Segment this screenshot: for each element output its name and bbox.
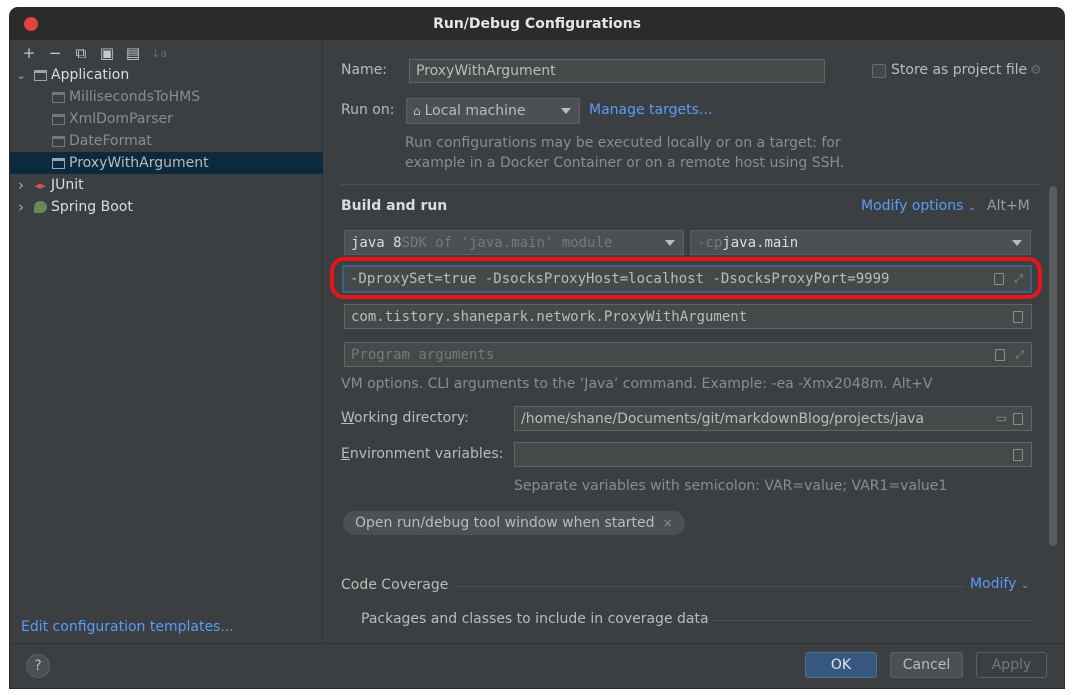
store-as-project-file-checkbox[interactable] [872,64,886,82]
application-icon [32,68,48,82]
run-on-label: Run on: [341,102,395,118]
configurations-tree-panel: + − ⧉ ▣ ▤ ↓a ⌄ Application MillisecondsT… [10,40,323,643]
vm-options-hint: VM options. CLI arguments to the ‘Java’ … [341,376,933,392]
coverage-packages-label: Packages and classes to include in cover… [361,611,709,627]
tree-item-label: Application [51,67,130,83]
tree-item-label: ProxyWithArgument [69,155,209,171]
modify-options-shortcut: Alt+M [987,198,1030,214]
folder-icon[interactable]: ▤ [120,42,146,64]
code-coverage-title: Code Coverage [341,577,449,593]
working-directory-label: Working directory: [341,410,469,426]
document-icon[interactable] [1013,448,1023,461]
application-icon [50,112,66,126]
chip-label: Open run/debug tool window when started [355,515,655,531]
chevron-down-icon [1012,239,1022,246]
tree-item-date-format[interactable]: DateFormat [10,130,323,152]
environment-variables-label: Environment variables: [341,446,504,462]
cancel-button[interactable]: Cancel [890,652,963,678]
tree-item-milliseconds-to-hms[interactable]: MillisecondsToHMS [10,86,323,108]
tree-item-label: JUnit [51,177,84,193]
jdk-version: java 8 [351,234,402,251]
tree-item-proxy-with-argument[interactable]: ProxyWithArgument [10,152,323,174]
build-and-run-title: Build and run [341,198,448,214]
application-icon [50,90,66,104]
sort-icon[interactable]: ↓a [146,42,172,64]
tree-item-label: DateFormat [69,133,152,149]
manage-targets-link[interactable]: Manage targets... [589,102,712,118]
configurations-tree: ⌄ Application MillisecondsToHMS XmlDomPa… [10,64,323,218]
classpath-dropdown[interactable]: -cp java.main [690,230,1031,255]
name-field-value: ProxyWithArgument [416,63,556,79]
jdk-dropdown[interactable]: java 8 SDK of 'java.main' module [344,230,684,255]
title-bar: Run/Debug Configurations [10,8,1064,40]
gear-icon[interactable]: ⚙ [1030,63,1042,78]
tree-item-application[interactable]: ⌄ Application [10,64,323,86]
expand-icon[interactable]: ⤢ [1015,348,1024,362]
edit-configuration-templates-link[interactable]: Edit configuration templates... [21,619,234,635]
chevron-right-icon[interactable]: › [14,176,28,194]
main-class-value: com.tistory.shanepark.network.ProxyWithA… [351,308,748,325]
store-as-project-file-label[interactable]: Store as project file [891,62,1027,78]
open-tool-window-chip[interactable]: Open run/debug tool window when started … [343,511,685,535]
classpath-module: java.main [722,234,799,251]
tree-item-xml-dom-parser[interactable]: XmlDomParser [10,108,323,130]
tree-item-label: XmlDomParser [69,111,173,127]
tree-item-label: MillisecondsToHMS [69,89,201,105]
tree-item-label: Spring Boot [51,199,133,215]
chevron-down-icon[interactable]: ⌄ [14,69,28,82]
configuration-form: Name: ProxyWithArgument Store as project… [324,40,1064,643]
modify-link[interactable]: Modify ⌄ [970,576,1029,592]
application-icon [50,156,66,170]
run-on-hint: Run configurations may be executed local… [405,135,845,171]
apply-button[interactable]: Apply [976,652,1047,678]
name-field[interactable]: ProxyWithArgument [409,59,825,83]
dialog-button-bar: ? OK Cancel Apply [10,643,1064,688]
classpath-prefix: -cp [697,234,723,251]
divider [714,620,1034,621]
tree-item-spring-boot[interactable]: › Spring Boot [10,196,323,218]
chevron-down-icon [561,108,571,114]
add-icon[interactable]: + [16,42,42,64]
chevron-right-icon[interactable]: › [14,198,28,216]
jdk-description: SDK of 'java.main' module [401,234,613,251]
environment-variables-hint: Separate variables with semicolon: VAR=v… [514,478,948,494]
close-icon[interactable]: × [663,516,673,530]
divider [454,586,964,587]
ok-button[interactable]: OK [805,652,877,678]
run-on-value: Local machine [424,103,526,119]
main-class-field[interactable]: com.tistory.shanepark.network.ProxyWithA… [344,304,1032,329]
application-icon [50,134,66,148]
folder-icon[interactable]: ▭ [996,411,1007,425]
help-button[interactable]: ? [26,654,50,678]
run-on-dropdown[interactable]: ⌂ Local machine [406,98,580,124]
tree-item-junit[interactable]: › ◂▸ JUnit [10,174,323,196]
document-icon[interactable] [995,348,1005,361]
working-directory-field[interactable]: /home/shane/Documents/git/markdownBlog/p… [514,406,1032,431]
program-arguments-field[interactable]: Program arguments ⤢ [344,342,1032,367]
remove-icon[interactable]: − [42,42,68,64]
save-icon[interactable]: ▣ [94,42,120,64]
junit-icon: ◂▸ [34,178,46,192]
vm-options-highlight [330,257,1042,299]
name-label: Name: [341,62,388,78]
chevron-down-icon [665,239,675,246]
document-icon[interactable] [1013,310,1023,323]
close-window-button[interactable] [24,17,38,31]
program-arguments-placeholder: Program arguments [351,346,495,363]
working-directory-value: /home/shane/Documents/git/markdownBlog/p… [521,410,925,427]
environment-variables-field[interactable] [514,442,1032,467]
tree-toolbar: + − ⧉ ▣ ▤ ↓a [10,42,172,64]
document-icon[interactable] [1013,412,1023,425]
copy-icon[interactable]: ⧉ [68,42,94,64]
spring-boot-icon [32,200,48,214]
divider [341,184,1041,185]
home-icon: ⌂ [413,104,421,118]
window-title: Run/Debug Configurations [433,16,641,32]
modify-options-link[interactable]: Modify options ⌄ [861,198,976,214]
vertical-scrollbar[interactable] [1049,186,1057,546]
run-debug-configurations-dialog: Run/Debug Configurations + − ⧉ ▣ ▤ ↓a ⌄ … [10,8,1064,688]
